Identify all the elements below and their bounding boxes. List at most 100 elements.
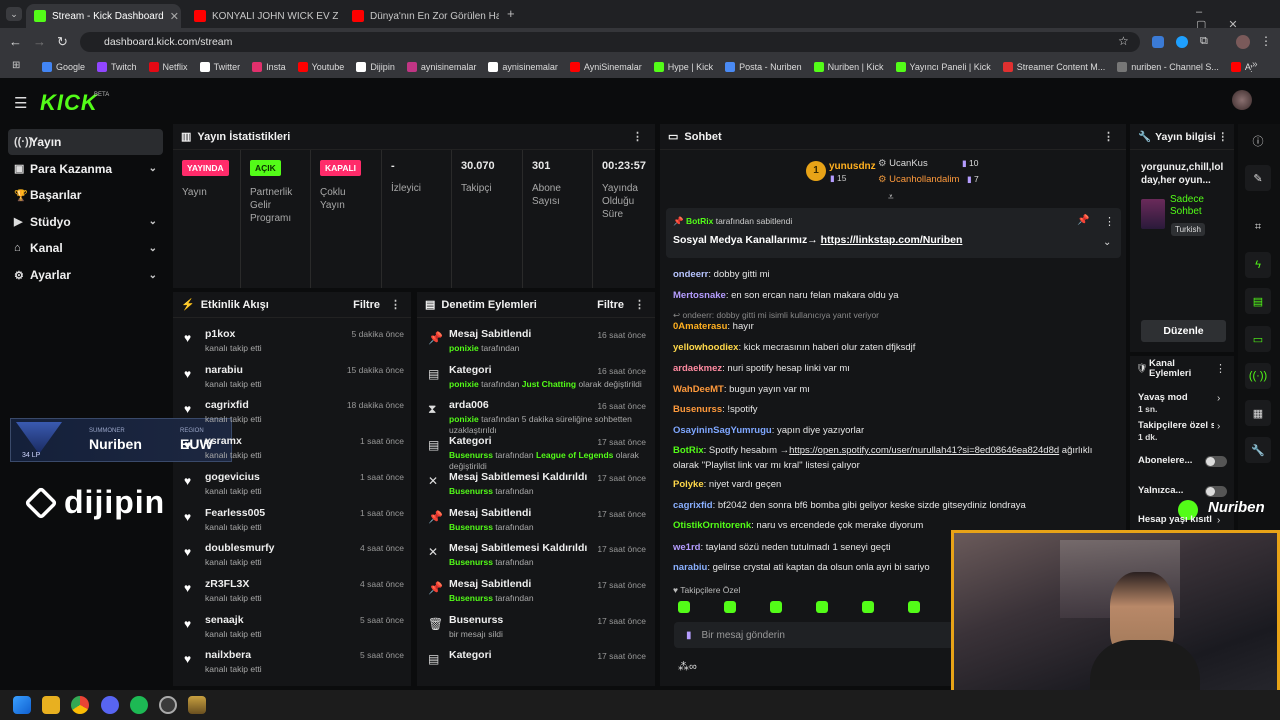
browser-menu-icon[interactable]: ⋮: [1260, 34, 1272, 48]
leader-1-name[interactable]: yunusdnz: [829, 161, 876, 172]
chat-username[interactable]: cagrixfid: [673, 500, 713, 511]
bookmark-item[interactable]: Dijipin: [356, 62, 395, 72]
event-username[interactable]: xsramx: [205, 435, 242, 447]
sidebar-item-ayarlar[interactable]: ⚙ Ayarlar ⌄: [8, 262, 163, 288]
bookmark-item[interactable]: Yayıncı Paneli | Kick: [895, 62, 991, 72]
bookmark-item[interactable]: Google: [42, 62, 85, 72]
chat-username[interactable]: we1rd: [673, 542, 700, 553]
chat-username[interactable]: Busenurss: [673, 404, 722, 415]
bookmark-item[interactable]: AyniSinemalar: [569, 62, 642, 72]
category-name[interactable]: Just Chatting: [522, 379, 576, 389]
moderator-name[interactable]: ponixie: [449, 343, 479, 353]
bookmark-item[interactable]: Youtube: [297, 62, 344, 72]
bookmark-item[interactable]: Nuriben | Kick: [813, 62, 884, 72]
tab-search-icon[interactable]: ⌄: [6, 7, 22, 21]
sidebar-item-kanal[interactable]: ⌂ Kanal ⌄: [8, 235, 163, 261]
expand-pinned-icon[interactable]: ⌄: [1103, 237, 1111, 248]
spotify-icon[interactable]: [130, 696, 148, 714]
chevron-down-icon[interactable]: ⌄: [149, 216, 157, 227]
close-tab-icon[interactable]: ✕: [164, 10, 179, 23]
channel-action-label[interactable]: Takipçilere özel s: [1138, 420, 1214, 431]
browser-tab-youtube-2[interactable]: Dünya'nın En Zor Görülen Hay✕: [344, 4, 499, 28]
user-avatar[interactable]: [1232, 90, 1252, 110]
edit-pencil-icon[interactable]: ✎: [1245, 165, 1271, 191]
channel-action-label[interactable]: Yavaş mod: [1138, 392, 1214, 403]
bookmark-item[interactable]: Insta: [252, 62, 286, 72]
extensions-puzzle-icon[interactable]: ⧉: [1200, 35, 1208, 48]
leader-2[interactable]: ⚙ UcanKus: [878, 158, 928, 169]
stream-category[interactable]: Sadece Sohbet: [1170, 194, 1220, 218]
chat-menu-icon[interactable]: ⋮: [1103, 130, 1114, 143]
document-tool-icon[interactable]: ▤: [1245, 288, 1271, 314]
sidebar-item-para-kazanma[interactable]: ▣ Para Kazanma ⌄: [8, 156, 163, 182]
chat-username[interactable]: Mertosnake: [673, 290, 726, 301]
crop-icon[interactable]: ⌗: [1245, 214, 1271, 240]
chat-username[interactable]: ardaekmez: [673, 363, 722, 374]
channel-action-label[interactable]: Hesap yaşı kısıtl: [1138, 514, 1214, 525]
bookmark-item[interactable]: nuriben - Channel S...: [1117, 62, 1219, 72]
bookmark-item[interactable]: aynisinemalar: [488, 62, 558, 72]
info-icon[interactable]: ⓘ: [1245, 128, 1271, 154]
bookmark-item[interactable]: Twitch: [97, 62, 137, 72]
back-icon[interactable]: ←: [9, 34, 22, 49]
bookmarks-overflow-icon[interactable]: »: [1252, 59, 1258, 70]
edit-info-button[interactable]: Düzenle: [1141, 320, 1226, 342]
file-explorer-icon[interactable]: [42, 696, 60, 714]
moderator-name[interactable]: Busenurss: [449, 486, 493, 496]
moderation-filter-button[interactable]: Filtre: [597, 299, 624, 311]
bookmark-item[interactable]: Twitter: [199, 62, 240, 72]
chevron-right-icon[interactable]: ›: [1217, 393, 1220, 404]
bookmark-item[interactable]: aynisinemalar: [406, 62, 476, 72]
pinned-link[interactable]: https://linkstap.com/Nuriben: [821, 234, 963, 246]
league-of-legends-icon[interactable]: [188, 696, 206, 714]
chevron-down-icon[interactable]: ⌄: [149, 270, 157, 281]
event-username[interactable]: zR3FL3X: [205, 578, 249, 590]
emote-icon[interactable]: [678, 601, 690, 613]
chat-username[interactable]: OsayininSagYumrugu: [673, 425, 772, 436]
moderation-menu-icon[interactable]: ⋮: [634, 298, 645, 311]
moderator-name[interactable]: Busenurss: [449, 450, 493, 460]
bookmark-star-icon[interactable]: ☆: [1118, 34, 1129, 48]
channel-action-label[interactable]: Yalnızca...: [1138, 485, 1214, 496]
discord-icon[interactable]: [101, 696, 119, 714]
wrench-tool-icon[interactable]: 🔧: [1245, 437, 1271, 463]
bookmark-item[interactable]: Hype | Kick: [653, 62, 713, 72]
microphone-icon[interactable]: ▮: [686, 630, 692, 641]
chat-tool-icon[interactable]: ▭: [1245, 326, 1271, 352]
obs-icon[interactable]: [159, 696, 177, 714]
sidebar-item-basarilar[interactable]: 🏆 Başarılar: [8, 182, 163, 208]
moderator-name[interactable]: ponixie: [449, 379, 479, 389]
chat-username[interactable]: narabiu: [673, 562, 707, 573]
channel-action-toggle[interactable]: [1205, 456, 1227, 467]
chrome-icon[interactable]: [71, 696, 89, 714]
chevron-down-icon[interactable]: ⌄: [149, 163, 157, 174]
new-tab-icon[interactable]: +: [507, 6, 515, 21]
channel-action-label[interactable]: Abonelere...: [1138, 455, 1214, 466]
info-menu-icon[interactable]: ⋮: [1218, 131, 1229, 143]
sidebar-item-yayin[interactable]: ((·)) Yayın: [8, 129, 163, 155]
chevron-right-icon[interactable]: ›: [1217, 421, 1220, 432]
hamburger-menu-icon[interactable]: ☰: [14, 94, 27, 112]
forward-icon[interactable]: →: [33, 34, 46, 49]
kick-logo[interactable]: KICK: [40, 90, 98, 116]
channel-actions-menu-icon[interactable]: ⋮: [1215, 362, 1226, 375]
moderator-name[interactable]: Busenurss: [449, 557, 493, 567]
emote-icon[interactable]: [770, 601, 782, 613]
bookmark-item[interactable]: Posta - Nuriben: [725, 62, 802, 72]
reload-icon[interactable]: ↻: [57, 34, 68, 50]
event-username[interactable]: senaajk: [205, 614, 244, 626]
chat-username[interactable]: 0Amaterasu: [673, 321, 727, 332]
bookmark-item[interactable]: Netflix: [148, 62, 188, 72]
event-username[interactable]: doublesmurfy: [205, 542, 274, 554]
chevron-right-icon[interactable]: ›: [1217, 515, 1220, 526]
event-username[interactable]: nailxbera: [205, 649, 251, 661]
address-bar[interactable]: dashboard.kick.com/stream: [80, 32, 1140, 52]
windows-start-icon[interactable]: [13, 696, 31, 714]
extension-icon[interactable]: [1176, 36, 1188, 48]
browser-tab-youtube-1[interactable]: KONYALI JOHN WICK EV ZİYARE✕: [186, 4, 338, 28]
chat-link[interactable]: https://open.spotify.com/user/nurullah41…: [789, 445, 1059, 456]
chat-username[interactable]: ondeerr: [673, 269, 708, 280]
event-username[interactable]: gogevicius: [205, 471, 260, 483]
collapse-leaderboard-icon[interactable]: ⩡: [888, 192, 894, 203]
channel-action-toggle[interactable]: [1205, 486, 1227, 497]
